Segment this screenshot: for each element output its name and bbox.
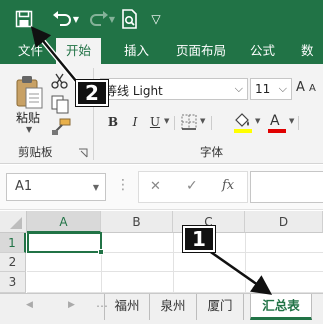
callout-badge-2: 2: [76, 80, 108, 106]
callout-arrows: [30, 26, 273, 295]
callout-badge-1: 1: [183, 226, 215, 252]
